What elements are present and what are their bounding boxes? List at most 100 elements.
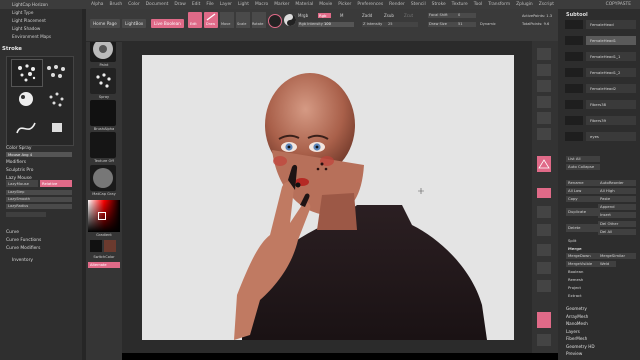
- rotate-view-button[interactable]: [537, 280, 551, 292]
- mrgb-toggle[interactable]: Mrgb: [298, 13, 308, 18]
- tool-section-layers[interactable]: Layers: [566, 329, 580, 334]
- menu-item-stroke[interactable]: Stroke: [429, 0, 449, 9]
- menu-item-layer[interactable]: Layer: [217, 0, 235, 9]
- move-view-button[interactable]: [537, 244, 551, 256]
- menu-item-brush[interactable]: Brush: [106, 0, 125, 9]
- scale-button[interactable]: Scale: [236, 12, 250, 28]
- light-menu-light-shadow[interactable]: Light Shadow: [12, 26, 40, 31]
- modifiers-row[interactable]: Modifiers: [6, 160, 26, 165]
- rotate-button[interactable]: Rotate: [252, 12, 266, 28]
- stroke-rect-option[interactable]: [43, 115, 71, 141]
- subtool-item[interactable]: FemaleHead1_1: [586, 52, 636, 61]
- extract-button[interactable]: Extract: [566, 293, 636, 299]
- transp-button[interactable]: [537, 334, 551, 346]
- local-button[interactable]: [537, 188, 551, 198]
- sculptris-pro-row[interactable]: Sculptris Pro: [6, 168, 33, 173]
- menu-item-draw[interactable]: Draw: [171, 0, 188, 9]
- merge-similar-button[interactable]: MergeSimilar: [598, 253, 636, 259]
- draw-button[interactable]: Draw: [204, 12, 218, 28]
- stroke-freehand-option[interactable]: [11, 115, 41, 141]
- subtool-thumbnail[interactable]: [565, 68, 583, 77]
- persp-button[interactable]: [537, 128, 551, 140]
- split-button[interactable]: Split: [566, 238, 636, 244]
- switchcolor-label[interactable]: SwitchColor: [88, 255, 120, 259]
- auto-reorder-button[interactable]: AutoReorder: [598, 180, 636, 186]
- menu-item-preferences[interactable]: Preferences: [354, 0, 386, 9]
- brush-alpha-button[interactable]: [90, 100, 116, 126]
- mouse-avg-slider[interactable]: Mouse Avg 4: [6, 152, 72, 157]
- menu-item-stencil[interactable]: Stencil: [408, 0, 429, 9]
- z-intensity-slider[interactable]: Z Intensity 25: [362, 22, 418, 27]
- menu-item-document[interactable]: Document: [143, 0, 172, 9]
- subtool-thumbnail[interactable]: [565, 100, 583, 109]
- dynamic-toggle[interactable]: Dynamic: [480, 22, 496, 26]
- zadd-toggle[interactable]: Zadd: [362, 13, 372, 18]
- menu-item-movie[interactable]: Movie: [316, 0, 335, 9]
- stroke-spray2-option[interactable]: [43, 87, 71, 113]
- all-high-button[interactable]: All High: [598, 188, 636, 194]
- document-canvas[interactable]: [142, 55, 514, 340]
- menu-item-texture[interactable]: Texture: [449, 0, 471, 9]
- aahalf-button[interactable]: [537, 112, 551, 124]
- material-sphere-button[interactable]: [268, 14, 282, 28]
- color-picker-cursor[interactable]: [98, 212, 106, 220]
- del-all-button[interactable]: Del All: [598, 229, 636, 235]
- lazymouse-toggle[interactable]: LazyMouse: [6, 180, 38, 187]
- xyz-button[interactable]: [537, 206, 551, 218]
- texture-button[interactable]: [90, 132, 116, 158]
- light-menu-lightcap-horizon[interactable]: LightCap Horizon: [12, 2, 48, 7]
- frame-button[interactable]: [537, 224, 551, 236]
- merge-section[interactable]: Merge: [566, 246, 636, 252]
- menu-item-macro[interactable]: Macro: [252, 0, 271, 9]
- zsub-toggle[interactable]: Zsub: [384, 13, 394, 18]
- subtool-item[interactable]: Fibers38: [586, 100, 636, 109]
- tool-section-geometry[interactable]: Geometry: [566, 306, 587, 311]
- menu-item-light[interactable]: Light: [235, 0, 252, 9]
- subtool-thumbnail[interactable]: [565, 84, 583, 93]
- curve-modifiers-row[interactable]: Curve Modifiers: [6, 246, 40, 251]
- rename-button[interactable]: Rename: [566, 180, 600, 186]
- project-button[interactable]: Project: [566, 285, 636, 291]
- subtool-item[interactable]: FemaleHead1_2: [586, 68, 636, 77]
- subtool-item[interactable]: Fibers39: [586, 116, 636, 125]
- light-menu-light-placement[interactable]: Light Placement: [12, 18, 46, 23]
- subtool-thumbnail[interactable]: [565, 116, 583, 125]
- copy-button[interactable]: Copy: [566, 196, 600, 202]
- main-color-swatch[interactable]: [90, 240, 102, 252]
- remesh-button[interactable]: Remesh: [566, 277, 636, 283]
- bpr-button[interactable]: [537, 48, 551, 60]
- menu-item-zplugin[interactable]: Zplugin: [513, 0, 536, 9]
- zoom-button[interactable]: [537, 80, 551, 92]
- inventory-row[interactable]: Inventory: [12, 258, 33, 263]
- polyf-button[interactable]: [537, 312, 551, 328]
- subtool-item[interactable]: FemaleHead1: [586, 36, 636, 45]
- secondary-color-swatch[interactable]: [104, 240, 116, 252]
- paste-button[interactable]: Paste: [598, 196, 636, 202]
- tool-section-geometry-hd[interactable]: Geometry HD: [566, 344, 595, 349]
- matcap-button[interactable]: [90, 165, 116, 191]
- live-boolean-button[interactable]: Live Boolean: [151, 19, 184, 28]
- del-other-button[interactable]: Del Other: [598, 221, 636, 227]
- insert-button[interactable]: Insert: [598, 212, 636, 218]
- stroke-dots-option[interactable]: [43, 59, 71, 85]
- auto-collapse-button[interactable]: Auto Collapse: [566, 164, 600, 170]
- curve-functions-row[interactable]: Curve Functions: [6, 238, 41, 243]
- menu-item-picker[interactable]: Picker: [335, 0, 354, 9]
- stroke-spray-option[interactable]: [11, 59, 43, 87]
- delete-button[interactable]: Delete: [566, 224, 600, 232]
- zcut-toggle[interactable]: Zcut: [404, 13, 413, 18]
- stroke-dragrect-option[interactable]: [11, 87, 41, 113]
- relative-toggle[interactable]: Relative: [40, 180, 72, 187]
- menu-item-alpha[interactable]: Alpha: [88, 0, 106, 9]
- rgb-toggle[interactable]: Rgb: [318, 13, 331, 18]
- merge-visible-button[interactable]: MergeVisible: [566, 261, 600, 267]
- tool-section-fibermesh[interactable]: FiberMesh: [566, 336, 587, 341]
- home-page-button[interactable]: Home Page: [90, 19, 120, 28]
- actual-button[interactable]: [537, 96, 551, 108]
- curve-row[interactable]: Curve: [6, 230, 19, 235]
- menu-item-marker[interactable]: Marker: [271, 0, 292, 9]
- alternate-button[interactable]: Alternate: [88, 262, 120, 268]
- spray-stroke-button[interactable]: [90, 68, 116, 94]
- lazysmooth-slider[interactable]: LazySmooth: [6, 197, 72, 202]
- color-picker[interactable]: [88, 200, 120, 232]
